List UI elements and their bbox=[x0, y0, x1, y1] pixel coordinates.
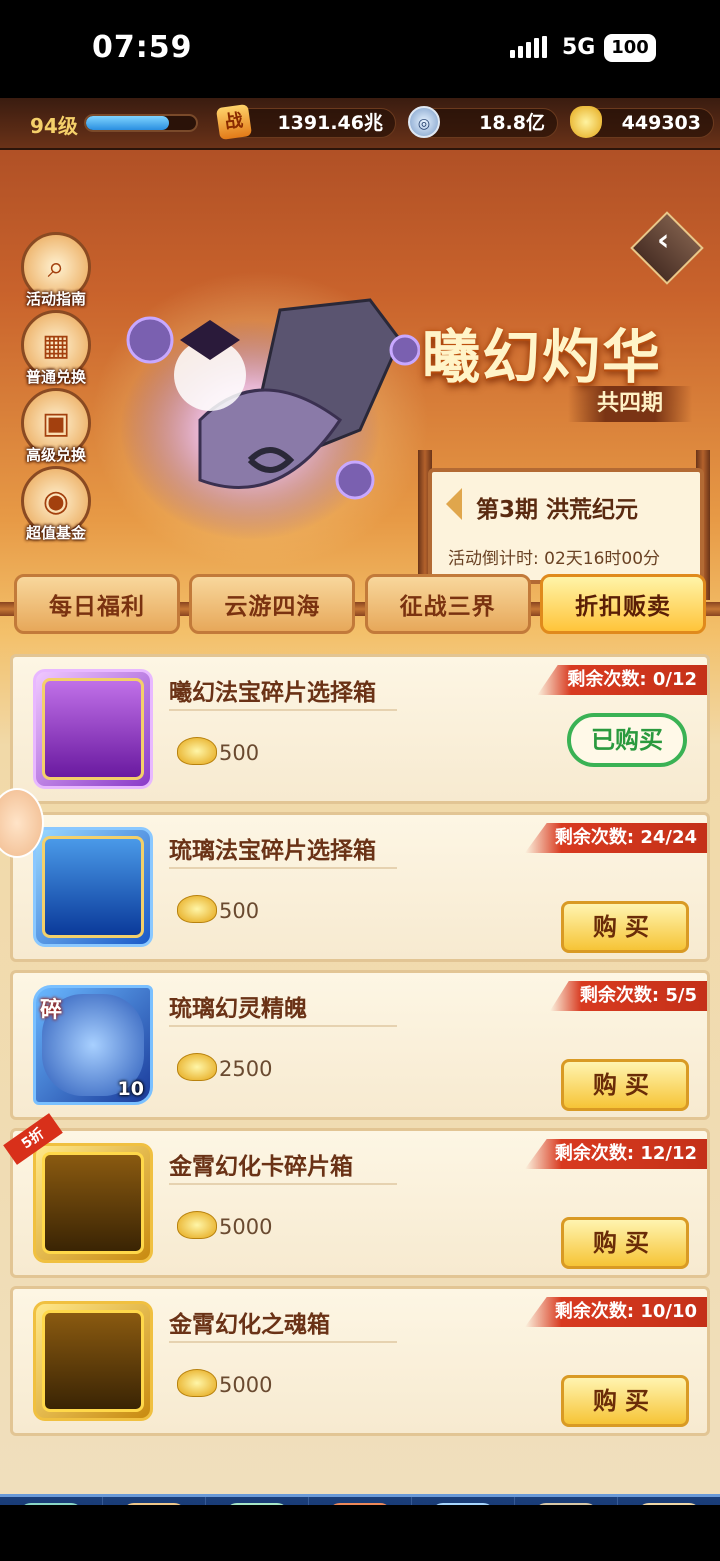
list-item: 曦幻法宝碎片选择箱 500 剩余次数: 0/12 已购买 bbox=[10, 654, 710, 804]
purchased-badge: 已购买 bbox=[567, 713, 687, 767]
gold-ingot-icon bbox=[177, 1053, 217, 1081]
battle-power-icon: 战 bbox=[215, 103, 253, 141]
remaining-count: 剩余次数: 12/12 bbox=[524, 1139, 707, 1169]
item-name: 琉璃幻灵精魄 bbox=[169, 996, 307, 1022]
system-nav-area bbox=[0, 1505, 720, 1561]
buy-button[interactable]: 购买 bbox=[561, 1375, 689, 1427]
bottom-nav: 首页 阵容 历练 副本 斗法 背包 寻仙 bbox=[0, 1494, 720, 1505]
gold-ingot-icon bbox=[177, 737, 217, 765]
tab-battle[interactable]: 征战三界 bbox=[364, 574, 531, 634]
back-button[interactable]: ‹ bbox=[630, 211, 704, 285]
chest-icon bbox=[42, 1152, 144, 1254]
status-bar: 07:59 5G 100 bbox=[0, 0, 720, 98]
nav-lineup[interactable]: 阵容 bbox=[103, 1497, 206, 1505]
item-thumbnail[interactable] bbox=[33, 669, 153, 789]
nav-seek[interactable]: 寻仙 bbox=[618, 1497, 720, 1505]
side-button-fund[interactable]: ◉ 超值基金 bbox=[18, 466, 94, 543]
buy-button[interactable]: 购买 bbox=[561, 1059, 689, 1111]
item-name: 金霄幻化卡碎片箱 bbox=[169, 1154, 353, 1180]
countdown: 活动倒计时: 02天16时00分 bbox=[448, 549, 661, 569]
item-thumbnail[interactable] bbox=[33, 827, 153, 947]
back-arrow-icon: ‹ bbox=[657, 223, 670, 259]
game-screen: 94级 1391.46兆 战 18.8亿 ◎ 449303 ‹ ⌕ 活动指南 ▦… bbox=[0, 98, 720, 1505]
tab-discount-sale[interactable]: 折扣贩卖 bbox=[539, 574, 706, 634]
buy-button[interactable]: 购买 bbox=[561, 1217, 689, 1269]
exp-bar bbox=[84, 114, 198, 132]
side-button-advanced-exchange[interactable]: ▣ 高级兑换 bbox=[18, 388, 94, 465]
item-count: 10 bbox=[117, 1078, 144, 1100]
item-underline bbox=[169, 709, 397, 711]
network-type: 5G bbox=[562, 35, 596, 60]
list-item: 5折 金霄幻化卡碎片箱 5000 剩余次数: 12/12 购买 bbox=[3, 1113, 710, 1278]
list-item: 琉璃法宝碎片选择箱 500 剩余次数: 24/24 购买 bbox=[10, 812, 710, 962]
item-thumbnail[interactable] bbox=[33, 1301, 153, 1421]
side-button-label: 活动指南 bbox=[25, 290, 86, 308]
nav-bag[interactable]: 背包 bbox=[515, 1497, 618, 1505]
chest-icon bbox=[42, 678, 144, 780]
item-underline bbox=[169, 867, 397, 869]
item-price: 500 bbox=[219, 741, 260, 765]
side-button-normal-exchange[interactable]: ▦ 普通兑换 bbox=[18, 310, 94, 387]
signal-icon bbox=[510, 36, 547, 58]
silver-coin-icon: ◎ bbox=[408, 106, 440, 138]
item-underline bbox=[169, 1183, 397, 1185]
side-button-guide[interactable]: ⌕ 活动指南 bbox=[18, 232, 94, 309]
item-name: 琉璃法宝碎片选择箱 bbox=[169, 838, 376, 864]
nav-home[interactable]: 首页 bbox=[0, 1497, 103, 1505]
remaining-count: 剩余次数: 24/24 bbox=[524, 823, 707, 853]
side-button-label: 普通兑换 bbox=[25, 368, 86, 386]
previous-phase-icon[interactable] bbox=[446, 488, 462, 520]
remaining-count: 剩余次数: 10/10 bbox=[524, 1297, 707, 1327]
phase-name: 第3期 洪荒纪元 bbox=[476, 497, 639, 523]
chest-icon bbox=[42, 1310, 144, 1412]
side-button-label: 超值基金 bbox=[25, 524, 86, 542]
remaining-count: 剩余次数: 0/12 bbox=[537, 665, 707, 695]
item-name: 曦幻法宝碎片选择箱 bbox=[169, 680, 376, 706]
item-price: 2500 bbox=[219, 1057, 273, 1081]
list-item: 金霄幻化之魂箱 5000 剩余次数: 10/10 购买 bbox=[10, 1286, 710, 1436]
event-subtitle: 共四期 bbox=[568, 386, 692, 422]
tab-daily-welfare[interactable]: 每日福利 bbox=[14, 574, 180, 634]
tab-travel[interactable]: 云游四海 bbox=[189, 574, 356, 634]
phase-panel[interactable]: 第3期 洪荒纪元 活动倒计时: 02天16时00分 bbox=[428, 468, 704, 584]
gold-ingot-icon bbox=[570, 106, 602, 138]
item-price: 500 bbox=[219, 899, 260, 923]
item-thumbnail[interactable] bbox=[33, 1143, 153, 1263]
nav-dungeon[interactable]: 副本 bbox=[309, 1497, 412, 1505]
battle-power: 1391.46兆 bbox=[226, 108, 396, 138]
item-price: 5000 bbox=[219, 1215, 273, 1239]
fragment-badge: 碎 bbox=[40, 998, 63, 1023]
item-thumbnail[interactable]: 碎 10 bbox=[33, 985, 153, 1105]
resource-bar: 94级 1391.46兆 战 18.8亿 ◎ 449303 bbox=[0, 98, 720, 150]
side-button-label: 高级兑换 bbox=[25, 446, 86, 464]
chest-icon bbox=[42, 836, 144, 938]
item-underline bbox=[169, 1341, 397, 1343]
nav-training[interactable]: 历练 bbox=[206, 1497, 309, 1505]
event-title: 曦幻灼华 bbox=[422, 323, 663, 391]
player-level: 94级 bbox=[30, 114, 78, 138]
artifact-artwork bbox=[120, 298, 420, 540]
nav-duel[interactable]: 斗法 bbox=[412, 1497, 515, 1505]
battery-icon: 100 bbox=[604, 34, 656, 62]
gold-ingot-icon bbox=[177, 1211, 217, 1239]
remaining-count: 剩余次数: 5/5 bbox=[549, 981, 707, 1011]
event-banner: ‹ ⌕ 活动指南 ▦ 普通兑换 ▣ 高级兑换 ◉ 超值基金 曦幻灼华 共四期 第… bbox=[0, 150, 720, 616]
list-item: 碎 10 琉璃幻灵精魄 2500 剩余次数: 5/5 购买 bbox=[10, 970, 710, 1120]
item-underline bbox=[169, 1025, 397, 1027]
buy-button[interactable]: 购买 bbox=[561, 901, 689, 953]
clock: 07:59 bbox=[92, 30, 193, 65]
item-price: 5000 bbox=[219, 1373, 273, 1397]
exp-bar-fill bbox=[86, 116, 169, 130]
item-name: 金霄幻化之魂箱 bbox=[169, 1312, 330, 1338]
gold-ingot-icon bbox=[177, 895, 217, 923]
gold-ingot-icon bbox=[177, 1369, 217, 1397]
tab-bar: 每日福利 云游四海 征战三界 折扣贩卖 bbox=[14, 574, 706, 636]
